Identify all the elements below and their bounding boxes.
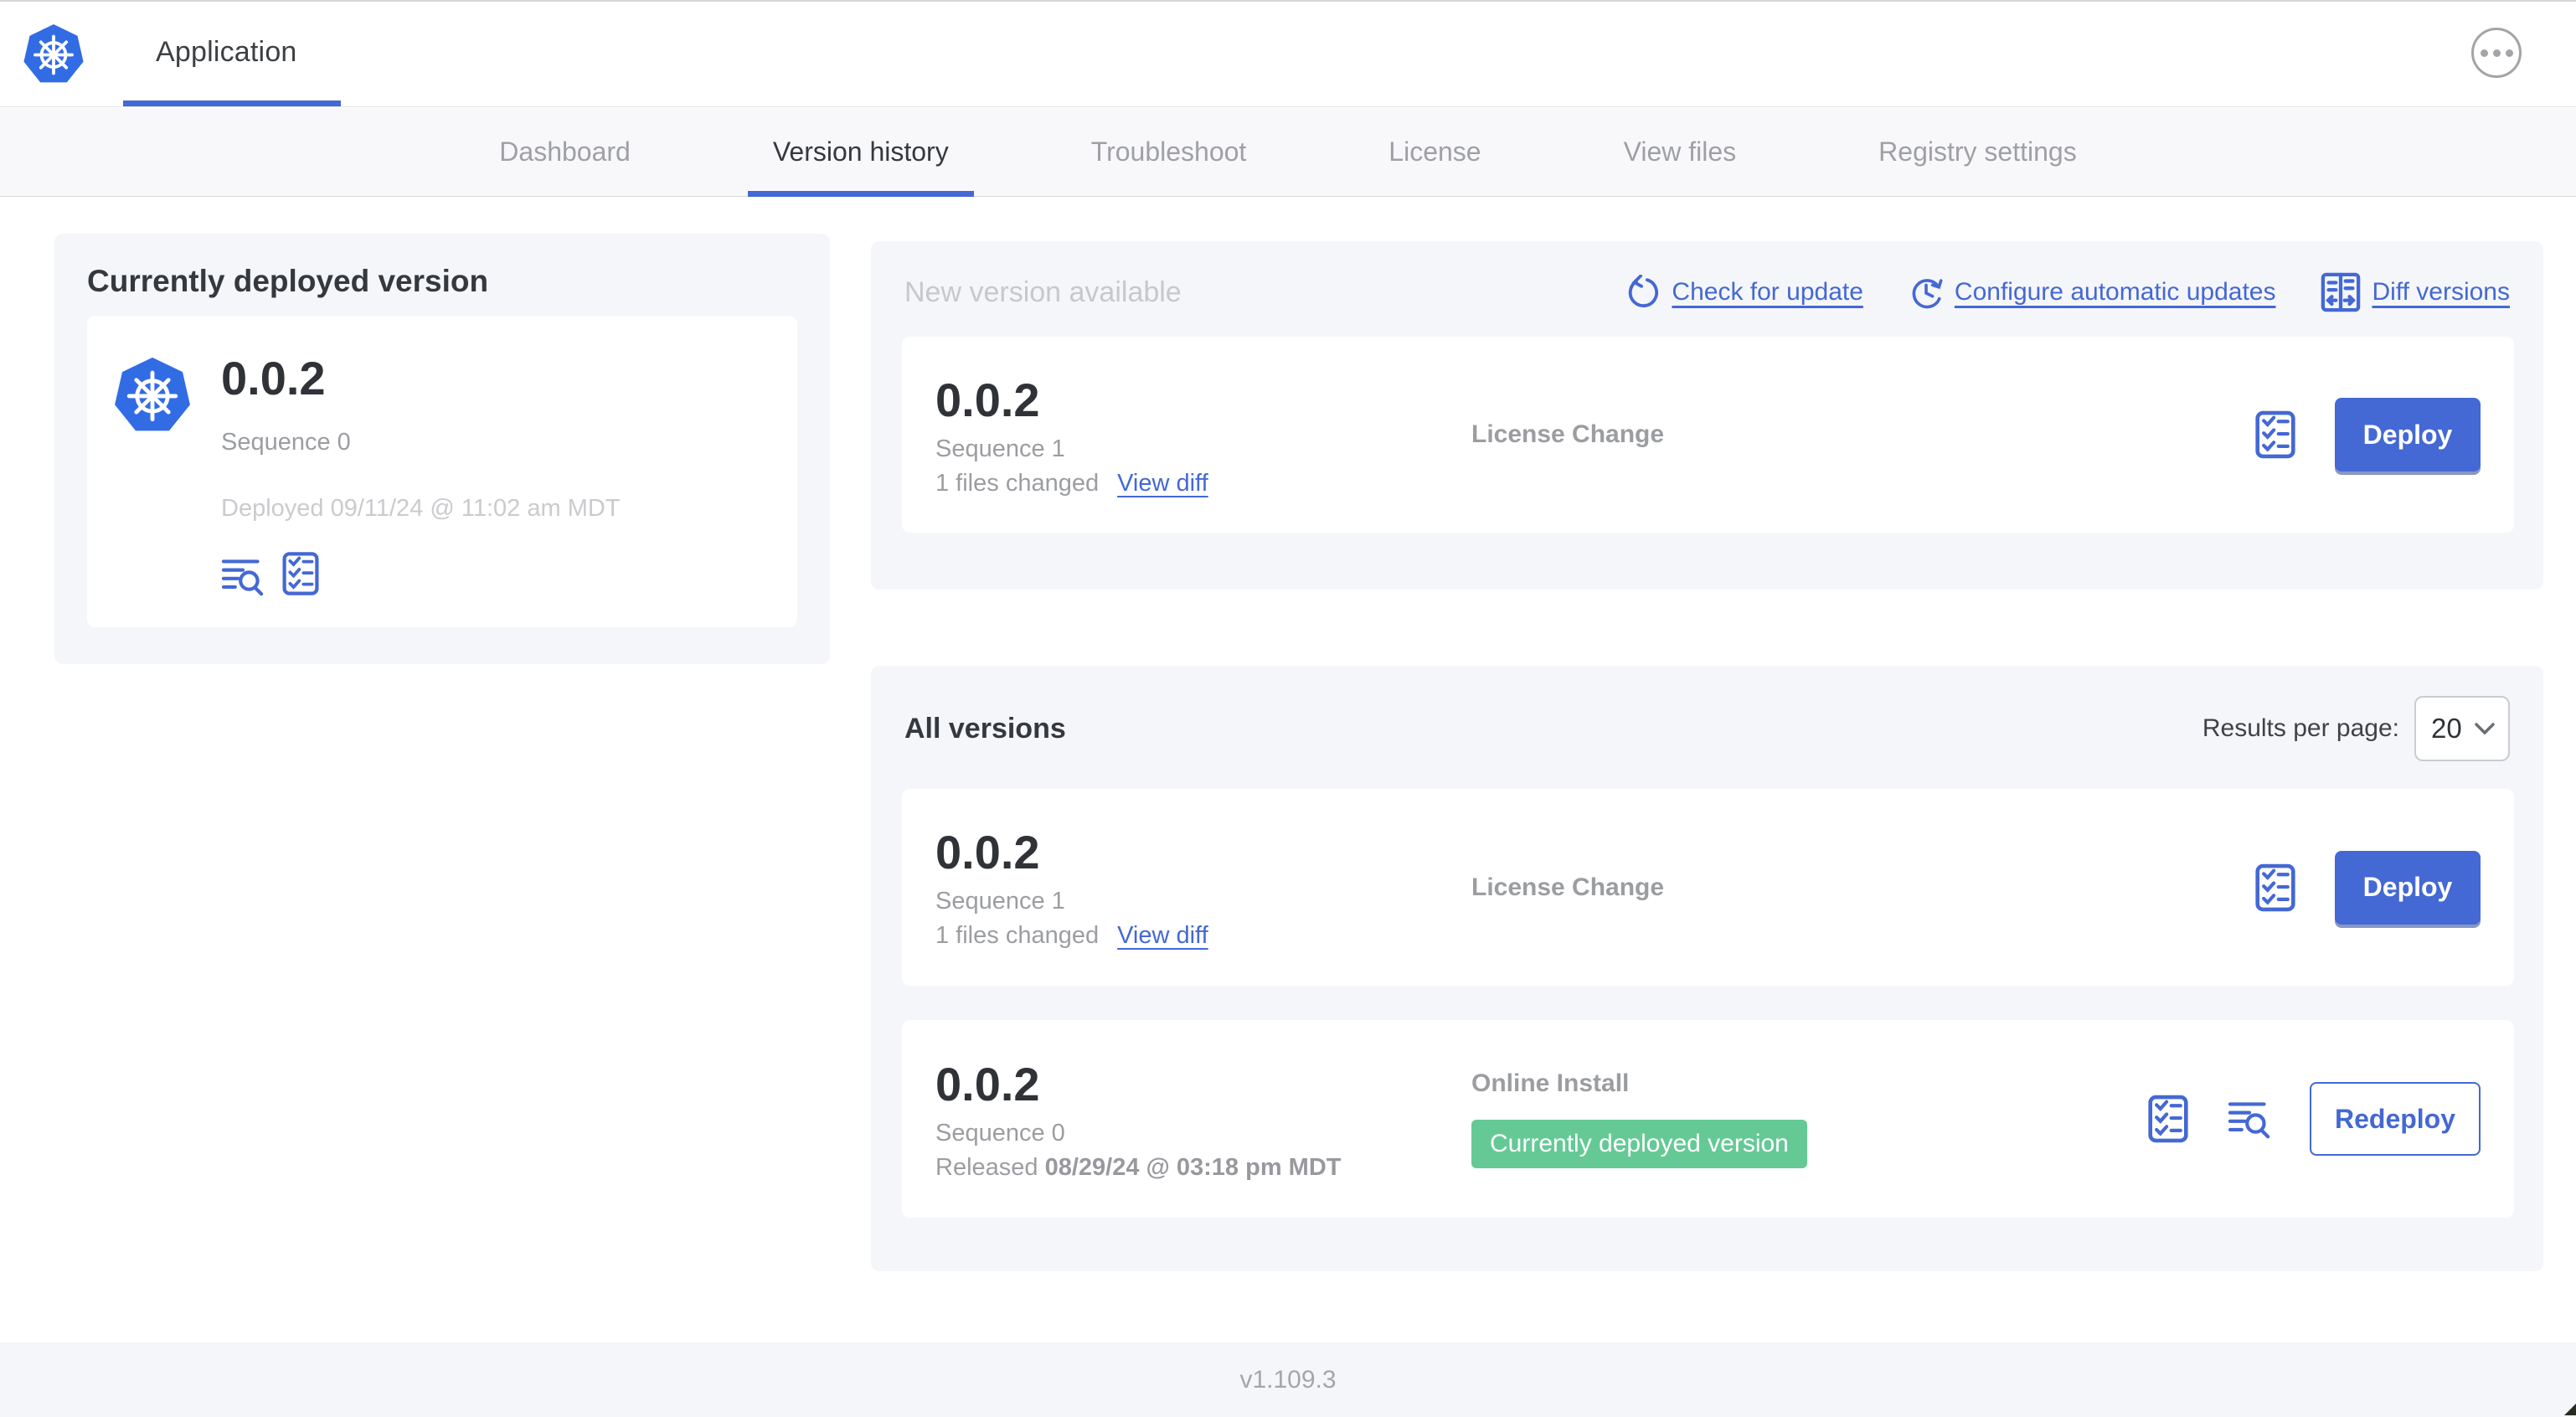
admin-console-page: Application Dashboard Version history Tr…	[0, 0, 2576, 1417]
deployed-version-number: 0.0.2	[221, 352, 326, 404]
results-per-page-select[interactable]: 20	[2414, 696, 2510, 761]
deployed-sequence: Sequence 0	[221, 429, 351, 456]
console-version: v1.109.3	[1239, 1365, 1337, 1394]
view-diff-link[interactable]: View diff	[1117, 922, 1208, 950]
redeploy-button[interactable]: Redeploy	[2310, 1082, 2481, 1156]
view-diff-link[interactable]: View diff	[1117, 470, 1208, 497]
currently-deployed-badge: Currently deployed version	[1471, 1120, 1807, 1168]
preflight-checks-button[interactable]	[2147, 1094, 2189, 1144]
ellipsis-icon	[2492, 49, 2501, 57]
results-per-page-value: 20	[2431, 713, 2462, 744]
currently-deployed-panel: Currently deployed version 0.0.2 Sequenc…	[54, 234, 830, 664]
row-sequence: Sequence 1	[935, 435, 1065, 462]
all-versions-panel: All versions Results per page: 20 0.0.2 …	[871, 666, 2543, 1271]
new-version-row: 0.0.2 Sequence 1 1 files changed View di…	[902, 337, 2514, 533]
version-row-sequence-1: 0.0.2 Sequence 1 1 files changed View di…	[902, 789, 2514, 986]
ellipsis-icon	[2480, 49, 2488, 57]
deployed-timestamp: Deployed 09/11/24 @ 11:02 am MDT	[221, 495, 621, 522]
check-for-update-label: Check for update	[1672, 278, 1863, 306]
view-logs-button[interactable]	[221, 556, 265, 596]
deploy-button[interactable]: Deploy	[2335, 850, 2481, 925]
configure-automatic-updates-label: Configure automatic updates	[1954, 278, 2276, 306]
tab-dashboard[interactable]: Dashboard	[494, 108, 636, 196]
chevron-down-icon	[2475, 723, 2495, 734]
ellipsis-icon	[2505, 49, 2513, 57]
view-logs-button[interactable]	[2228, 1099, 2271, 1139]
tab-registry-settings[interactable]: Registry settings	[1873, 108, 2082, 196]
view-logs-icon	[2228, 1099, 2271, 1139]
auto-update-icon	[1912, 279, 1943, 309]
diff-versions-link[interactable]: Diff versions	[2321, 271, 2510, 313]
tab-version-history[interactable]: Version history	[747, 108, 974, 197]
preflight-checks-button[interactable]	[2254, 863, 2296, 913]
row-version-number: 0.0.2	[935, 1057, 1040, 1110]
row-sequence: Sequence 0	[935, 1119, 1065, 1146]
app-header: Application	[0, 2, 2576, 107]
nav-tabs: Dashboard Version history Troubleshoot L…	[0, 108, 2576, 197]
results-per-page-label: Results per page:	[2202, 714, 2399, 742]
currently-deployed-title: Currently deployed version	[87, 264, 489, 298]
kubernetes-logo-icon	[22, 20, 85, 87]
mouse-cursor	[2564, 1404, 2576, 1415]
tab-license[interactable]: License	[1383, 108, 1486, 196]
view-logs-icon	[221, 556, 265, 596]
preflight-checks-button[interactable]	[281, 551, 320, 596]
files-changed-text: 1 files changed	[935, 469, 1100, 497]
version-row-sequence-0: 0.0.2 Sequence 0 Released 08/29/24 @ 03:…	[902, 1020, 2514, 1218]
overflow-menu-button[interactable]	[2471, 28, 2522, 78]
app-footer: v1.109.3	[0, 1342, 2576, 1417]
row-sequence: Sequence 1	[935, 888, 1065, 915]
kubernetes-app-icon	[112, 353, 193, 436]
row-released-timestamp: Released 08/29/24 @ 03:18 pm MDT	[935, 1154, 1471, 1182]
released-prefix: Released	[935, 1153, 1038, 1181]
preflight-checklist-icon	[2254, 863, 2296, 913]
row-version-number: 0.0.2	[935, 826, 1040, 879]
diff-versions-label: Diff versions	[2372, 278, 2510, 306]
released-date: 08/29/24 @ 03:18 pm MDT	[1044, 1153, 1342, 1181]
preflight-checklist-icon	[2147, 1094, 2189, 1144]
all-versions-title: All versions	[904, 712, 1066, 745]
preflight-checks-button[interactable]	[2254, 410, 2296, 460]
check-for-update-link[interactable]: Check for update	[1625, 275, 1863, 310]
files-changed-text: 1 files changed	[935, 922, 1100, 949]
refresh-icon	[1629, 275, 1659, 308]
preflight-checklist-icon	[2254, 410, 2296, 460]
new-version-panel: New version available Check for update C…	[871, 241, 2543, 590]
row-version-number: 0.0.2	[935, 373, 1040, 426]
diff-versions-icon	[2321, 271, 2361, 313]
app-tab-active-underline	[123, 100, 341, 106]
app-title-tab[interactable]: Application	[156, 2, 297, 102]
deploy-button[interactable]: Deploy	[2335, 398, 2481, 471]
preflight-checklist-icon	[281, 551, 320, 596]
tab-view-files[interactable]: View files	[1619, 108, 1742, 196]
version-actions: Check for update Configure automatic upd…	[1625, 271, 2510, 313]
new-version-title: New version available	[904, 276, 1182, 308]
tab-troubleshoot[interactable]: Troubleshoot	[1086, 108, 1252, 196]
currently-deployed-card: 0.0.2 Sequence 0 Deployed 09/11/24 @ 11:…	[87, 316, 797, 627]
row-source-label: License Change	[1471, 420, 1665, 448]
row-source-label: Online Install	[1471, 1069, 1630, 1097]
row-source-label: License Change	[1471, 873, 1665, 901]
configure-automatic-updates-link[interactable]: Configure automatic updates	[1909, 275, 2276, 310]
